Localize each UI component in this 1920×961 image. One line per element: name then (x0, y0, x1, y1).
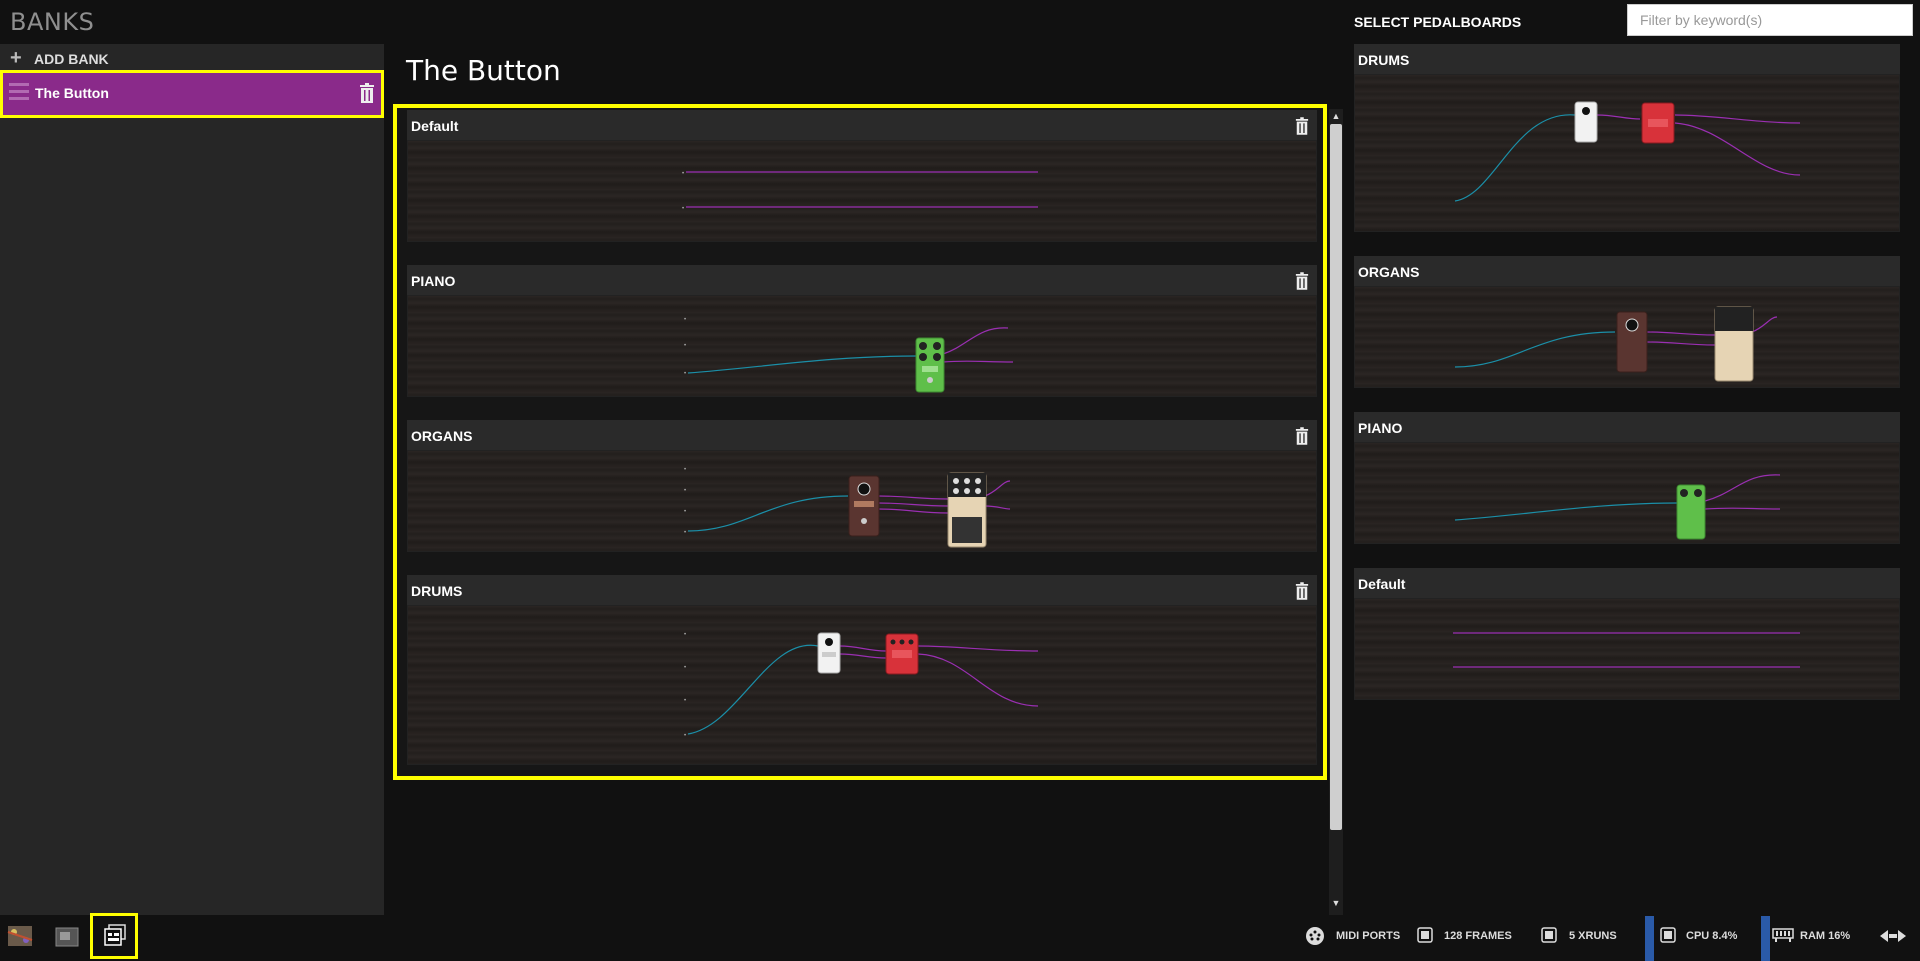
pedalboard-header: ORGANS (1354, 256, 1900, 286)
scroll-down-icon[interactable]: ▼ (1329, 896, 1343, 910)
pedalboard-name: ORGANS (411, 428, 473, 444)
add-bank-button[interactable]: + ADD BANK (0, 46, 384, 72)
scroll-up-icon[interactable]: ▲ (1329, 109, 1343, 123)
pedalboard-name: DRUMS (1358, 52, 1410, 68)
pedalboard-header: ORGANS (407, 420, 1317, 450)
pedalboard-header: Default (407, 110, 1317, 140)
trash-icon[interactable] (1295, 117, 1309, 140)
pedalboard-header: DRUMS (407, 575, 1317, 605)
pedalboard-icon[interactable] (2, 918, 42, 958)
bank-pedalboard-list: Default • • PIANO • • • ORGANS • • • • D… (393, 104, 1327, 780)
pedalboard-name: Default (1358, 576, 1406, 592)
pedalboard-default[interactable]: Default • • (407, 110, 1317, 242)
pedalboard-name: DRUMS (411, 583, 463, 599)
bottom-bar (0, 915, 1920, 961)
svg-text:•: • (682, 206, 684, 212)
midi-ports-button[interactable]: MIDI PORTS (1336, 930, 1400, 942)
bank-item-label: The Button (35, 85, 109, 101)
svg-text:•: • (684, 317, 686, 323)
cpu-load-bar (1645, 916, 1654, 961)
svg-text:•: • (684, 371, 686, 377)
trash-icon[interactable] (359, 83, 375, 108)
banks-title: BANKS (10, 8, 95, 36)
pedalboard-piano[interactable]: PIANO • • • (407, 265, 1317, 397)
add-bank-label: ADD BANK (34, 51, 109, 67)
svg-text:•: • (684, 467, 686, 473)
banks-panel (0, 44, 384, 915)
svg-text:•: • (684, 343, 686, 349)
transport-icon[interactable] (1878, 928, 1908, 949)
pedalboard-thumbnail[interactable] (1354, 74, 1900, 232)
available-pedalboard-default[interactable]: Default (1354, 568, 1900, 700)
chip-icon (1540, 926, 1558, 949)
pedalboard-header: DRUMS (1354, 44, 1900, 74)
pedalboard-drums[interactable]: DRUMS • • • • (407, 575, 1317, 765)
ram-usage-bar (1761, 916, 1770, 961)
available-pedalboard-organs[interactable]: ORGANS (1354, 256, 1900, 388)
svg-text:•: • (682, 171, 684, 177)
pedalboard-thumbnail[interactable] (1354, 598, 1900, 700)
file-manager-icon[interactable] (48, 918, 88, 958)
svg-text:•: • (684, 698, 686, 704)
ram-status: RAM 16% (1800, 930, 1851, 942)
drag-handle-icon[interactable] (9, 83, 29, 101)
bank-item-the-button[interactable]: The Button (0, 70, 384, 118)
available-pedalboard-piano[interactable]: PIANO (1354, 412, 1900, 544)
bank-title: The Button (406, 54, 561, 87)
trash-icon[interactable] (1295, 582, 1309, 605)
pedalboard-header: PIANO (407, 265, 1317, 295)
pedalboard-name: PIANO (411, 273, 456, 289)
midi-icon (1305, 926, 1325, 951)
select-pedalboards-title: SELECT PEDALBOARDS (1354, 14, 1522, 30)
ram-icon (1772, 926, 1794, 949)
pedalboard-organs[interactable]: ORGANS • • • • (407, 420, 1317, 552)
pedalboard-name: ORGANS (1358, 264, 1420, 280)
chip-icon (1416, 926, 1434, 949)
svg-text:•: • (684, 733, 686, 739)
available-pedalboard-drums[interactable]: DRUMS (1354, 44, 1900, 232)
pedalboard-thumbnail[interactable]: • • • • (407, 605, 1317, 765)
svg-text:•: • (684, 488, 686, 494)
banks-icon[interactable] (90, 913, 138, 959)
filter-input[interactable] (1627, 4, 1913, 36)
chip-icon (1659, 926, 1677, 949)
pedalboard-thumbnail[interactable] (1354, 286, 1900, 388)
svg-text:•: • (684, 530, 686, 536)
pedalboard-thumbnail[interactable] (1354, 442, 1900, 544)
trash-icon[interactable] (1295, 272, 1309, 295)
buffer-size-button[interactable]: 128 FRAMES (1444, 930, 1512, 942)
pedalboard-name: PIANO (1358, 420, 1403, 436)
trash-icon[interactable] (1295, 427, 1309, 450)
svg-text:•: • (684, 509, 686, 515)
pedalboard-name: Default (411, 118, 459, 134)
pedalboard-header: Default (1354, 568, 1900, 598)
svg-text:•: • (684, 665, 686, 671)
pedalboard-thumbnail[interactable]: • • (407, 140, 1317, 242)
svg-text:•: • (684, 632, 686, 638)
plus-icon: + (10, 47, 22, 69)
scrollbar-thumb[interactable] (1330, 124, 1342, 830)
pedalboard-header: PIANO (1354, 412, 1900, 442)
pedalboard-thumbnail[interactable]: • • • • (407, 450, 1317, 552)
pedalboard-thumbnail[interactable]: • • • (407, 295, 1317, 397)
cpu-status: CPU 8.4% (1686, 930, 1738, 942)
xruns-status[interactable]: 5 XRUNS (1569, 930, 1617, 942)
